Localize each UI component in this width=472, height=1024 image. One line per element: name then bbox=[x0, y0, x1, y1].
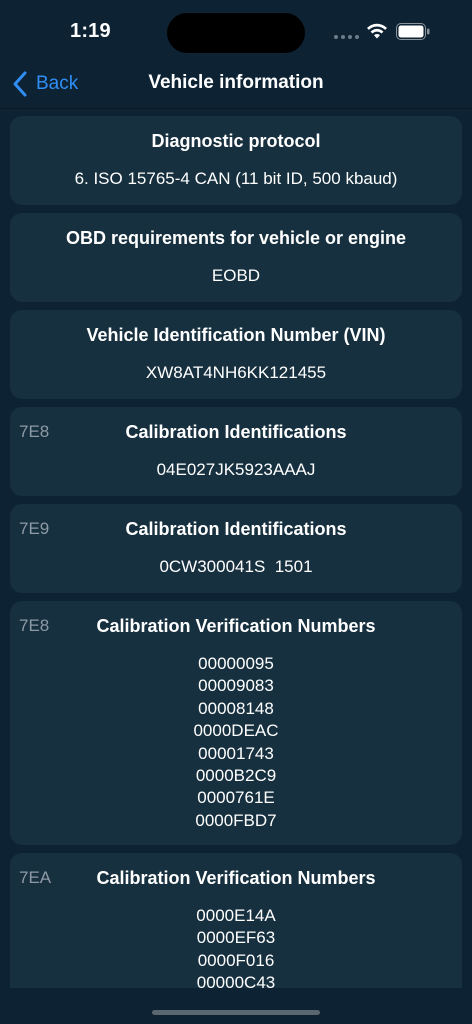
info-card-obd-requirements: OBD requirements for vehicle or engine E… bbox=[10, 213, 462, 302]
home-indicator[interactable] bbox=[152, 1010, 320, 1015]
cvn-value: 0000FBD7 bbox=[195, 810, 277, 830]
status-time: 1:19 bbox=[70, 20, 111, 42]
card-title: Calibration Verification Numbers bbox=[96, 868, 376, 888]
card-title: Diagnostic protocol bbox=[151, 131, 321, 151]
info-card-diagnostic-protocol: Diagnostic protocol 6. ISO 15765-4 CAN (… bbox=[10, 116, 462, 205]
cvn-value: 00000C43 bbox=[196, 973, 276, 988]
card-title: Calibration Identifications bbox=[125, 519, 347, 539]
card-title: Calibration Identifications bbox=[125, 422, 347, 442]
cellular-signal-icon bbox=[334, 35, 359, 39]
vehicle-info-list[interactable]: Diagnostic protocol 6. ISO 15765-4 CAN (… bbox=[0, 108, 472, 988]
info-card-cvn-7ea: 7EA Calibration Verification Numbers 000… bbox=[10, 853, 462, 988]
card-value: 6. ISO 15765-4 CAN (11 bit ID, 500 kbaud… bbox=[74, 169, 398, 188]
navigation-bar: Back Vehicle information bbox=[0, 60, 472, 109]
dynamic-island bbox=[167, 13, 305, 53]
card-ecu: 7E8 bbox=[19, 422, 50, 441]
status-bar: 1:19 bbox=[0, 0, 472, 60]
info-card-calibration-id-7e9: 7E9 Calibration Identifications 0CW30004… bbox=[10, 504, 462, 593]
cvn-value: 0000EF63 bbox=[196, 928, 276, 948]
cvn-list: 00000095 00009083 00008148 0000DEAC 0000… bbox=[22, 653, 450, 832]
wifi-icon bbox=[367, 23, 387, 39]
cvn-list: 0000E14A 0000EF63 0000F016 00000C43 bbox=[22, 905, 450, 988]
card-value: 04E027JK5923AAAJ bbox=[156, 460, 316, 479]
card-title: Vehicle Identification Number (VIN) bbox=[86, 325, 386, 345]
battery-icon bbox=[396, 23, 430, 40]
cvn-value: 00008148 bbox=[198, 698, 274, 718]
card-ecu: 7E8 bbox=[19, 616, 50, 635]
cvn-value: 0000DEAC bbox=[193, 721, 279, 741]
cvn-value: 0000F016 bbox=[197, 950, 275, 970]
cvn-value: 00009083 bbox=[198, 676, 274, 696]
card-value: EOBD bbox=[211, 266, 261, 285]
cvn-value: 0000E14A bbox=[196, 906, 276, 925]
card-value: XW8AT4NH6KK121455 bbox=[145, 363, 327, 382]
card-title: Calibration Verification Numbers bbox=[96, 616, 376, 636]
card-ecu: 7EA bbox=[19, 868, 52, 887]
bottom-safe-area bbox=[0, 988, 472, 1024]
card-ecu: 7E9 bbox=[19, 519, 50, 538]
cvn-value: 00001743 bbox=[198, 743, 274, 763]
info-card-calibration-id-7e8: 7E8 Calibration Identifications 04E027JK… bbox=[10, 407, 462, 496]
card-title: OBD requirements for vehicle or engine bbox=[65, 228, 407, 248]
info-card-cvn-7e8: 7E8 Calibration Verification Numbers 000… bbox=[10, 601, 462, 845]
card-value: 0CW300041S 1501 bbox=[159, 557, 313, 576]
cvn-value: 0000761E bbox=[197, 788, 275, 808]
cvn-value: 0000B2C9 bbox=[195, 765, 277, 785]
page-title: Vehicle information bbox=[148, 72, 324, 93]
info-card-vin: Vehicle Identification Number (VIN) XW8A… bbox=[10, 310, 462, 399]
cvn-value: 00000095 bbox=[198, 654, 274, 673]
